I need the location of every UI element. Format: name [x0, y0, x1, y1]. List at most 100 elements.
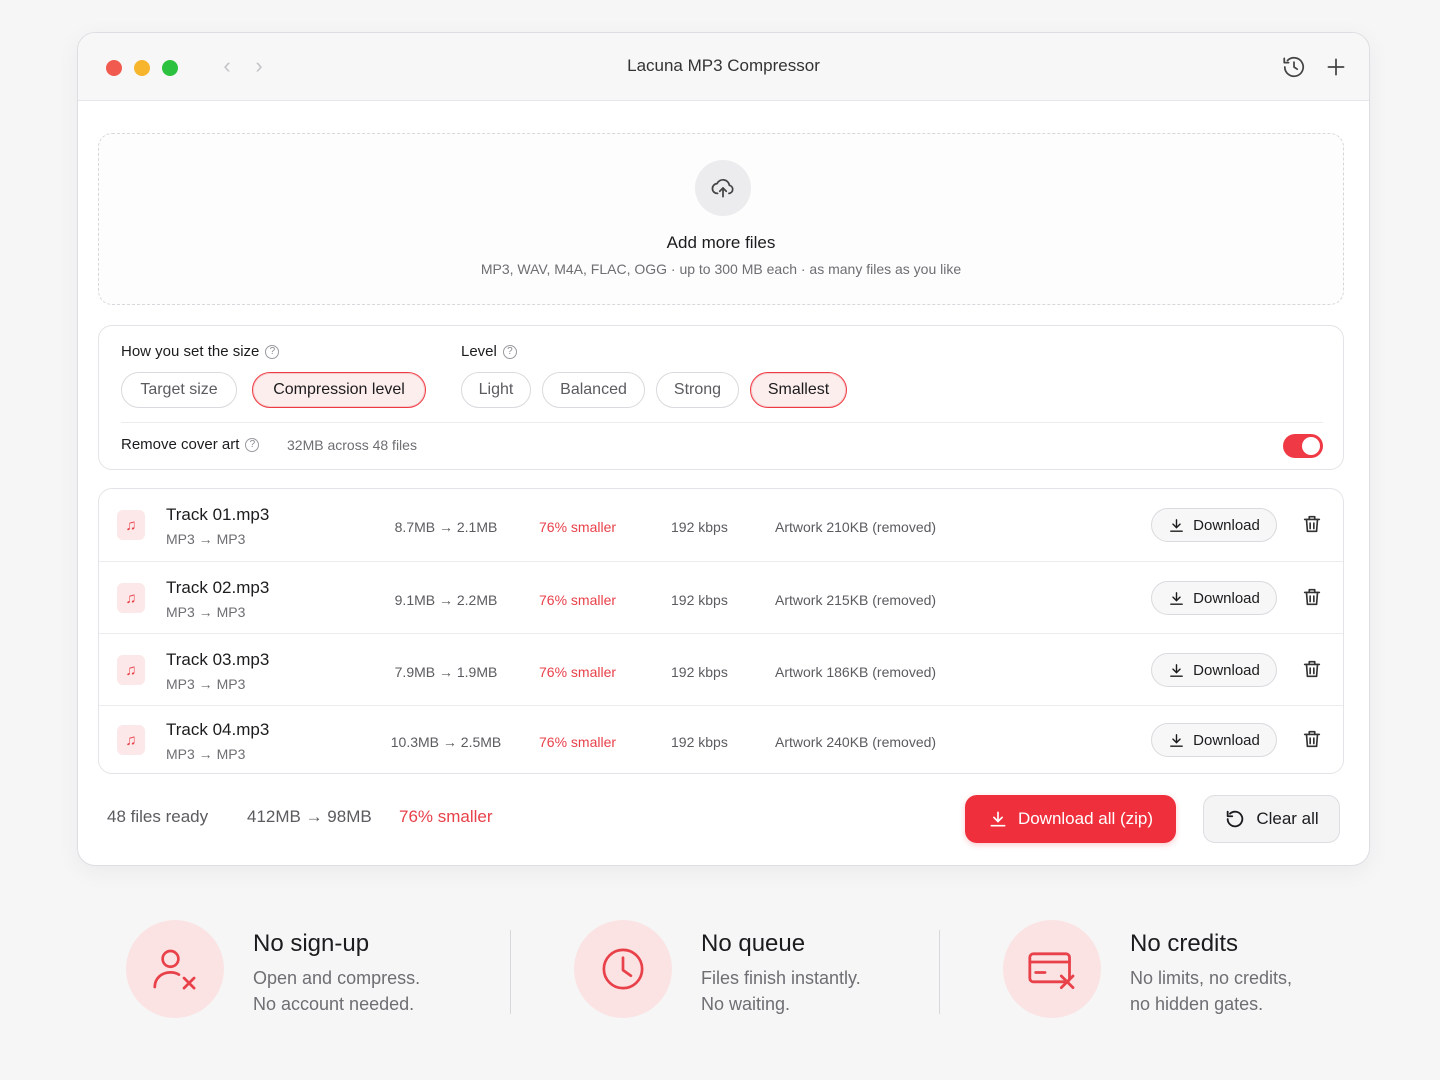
file-row: ♫ Track 03.mp3 MP3 → MP3 7.9MB → 1.9MB 7…: [99, 634, 1343, 706]
level-balanced[interactable]: Balanced: [542, 372, 645, 408]
dropzone-subtitle: MP3, WAV, M4A, FLAC, OGG · up to 300 MB …: [480, 261, 962, 277]
file-bitrate: 192 kbps: [671, 734, 728, 750]
music-file-icon: ♫: [117, 510, 145, 540]
file-artwork: Artwork 186KB (removed): [775, 664, 937, 680]
file-sizes: 9.1MB → 2.2MB: [394, 592, 498, 608]
level-label-text: Level: [461, 343, 497, 360]
trash-icon[interactable]: [1301, 513, 1325, 537]
file-reduction: 76% smaller: [539, 592, 617, 608]
music-file-icon: ♫: [117, 655, 145, 685]
summary-reduction: 76% smaller: [399, 807, 493, 826]
file-conversion: MP3 → MP3: [166, 746, 246, 762]
cover-art-label: Remove cover art ?: [121, 436, 260, 453]
download-icon: [1170, 518, 1184, 532]
help-icon[interactable]: ?: [265, 344, 280, 359]
music-file-icon: ♫: [117, 725, 145, 755]
feature-line: Files finish instantly.: [701, 968, 861, 988]
feature-no-queue: No queue Files finish instantly. No wait…: [574, 920, 914, 1020]
file-row: ♫ Track 04.mp3 MP3 → MP3 10.3MB → 2.5MB …: [99, 706, 1343, 773]
card-x-icon: [1003, 920, 1101, 1018]
file-reduction: 76% smaller: [539, 664, 617, 680]
download-button-label: Download: [1193, 731, 1260, 749]
feature-title: No credits: [1130, 930, 1239, 957]
file-sizes: 10.3MB → 2.5MB: [390, 734, 502, 750]
feature-no-credits: No credits No limits, no credits, no hid…: [1003, 920, 1363, 1020]
cloud-upload-icon[interactable]: [695, 160, 751, 216]
download-icon: [1170, 663, 1184, 677]
trash-icon[interactable]: [1301, 586, 1325, 610]
file-artwork: Artwork 210KB (removed): [775, 519, 937, 535]
user-x-icon: [126, 920, 224, 1018]
app-window: ‹ › Lacuna MP3 Compressor Add more files…: [77, 32, 1370, 866]
compression-settings: How you set the size ? Target size Compr…: [98, 325, 1344, 470]
download-button-label: Download: [1193, 589, 1260, 607]
file-bitrate: 192 kbps: [671, 592, 728, 608]
size-mode-label: How you set the size ?: [121, 343, 280, 360]
feature-description: Files finish instantly. No waiting.: [701, 965, 861, 1017]
history-icon[interactable]: [1281, 54, 1307, 80]
music-file-icon: ♫: [117, 583, 145, 613]
feature-line: No limits, no credits,: [1130, 968, 1293, 988]
file-bitrate: 192 kbps: [671, 664, 728, 680]
level-smallest[interactable]: Smallest: [750, 372, 847, 408]
feature-description: Open and compress. No account needed.: [253, 965, 420, 1017]
file-name: Track 01.mp3: [166, 505, 270, 524]
level-label: Level ?: [461, 343, 517, 360]
cover-art-meta: 32MB across 48 files: [287, 437, 417, 453]
remove-cover-art-toggle[interactable]: [1283, 434, 1323, 458]
feature-divider: [939, 930, 940, 1014]
size-mode-label-text: How you set the size: [121, 343, 260, 360]
file-sizes: 8.7MB → 2.1MB: [394, 519, 498, 535]
toggle-knob: [1302, 437, 1320, 455]
feature-description: No limits, no credits, no hidden gates.: [1130, 965, 1292, 1017]
help-icon[interactable]: ?: [502, 344, 517, 359]
clear-all-label: Clear all: [1256, 809, 1319, 828]
file-dropzone[interactable]: Add more files MP3, WAV, M4A, FLAC, OGG …: [98, 133, 1344, 305]
download-all-label: Download all (zip): [1017, 809, 1154, 828]
window-title: Lacuna MP3 Compressor: [627, 56, 820, 75]
file-artwork: Artwork 240KB (removed): [775, 734, 937, 750]
level-light[interactable]: Light: [461, 372, 531, 408]
download-button[interactable]: Download: [1151, 653, 1277, 687]
reset-icon: [1227, 810, 1244, 828]
feature-title: No queue: [701, 930, 806, 957]
file-name: Track 03.mp3: [166, 650, 270, 669]
feature-line: no hidden gates.: [1130, 994, 1264, 1014]
size-mode-target-size[interactable]: Target size: [121, 372, 237, 408]
feature-no-signup: No sign-up Open and compress. No account…: [126, 920, 486, 1020]
summary-sizes: 412MB → 98MB: [247, 807, 372, 826]
dropzone-title: Add more files: [666, 233, 776, 252]
level-strong[interactable]: Strong: [656, 372, 739, 408]
size-mode-compression-level[interactable]: Compression level: [252, 372, 426, 408]
file-name: Track 02.mp3: [166, 578, 270, 597]
feature-title: No sign-up: [253, 930, 370, 957]
file-list: ♫ Track 01.mp3 MP3 → MP3 8.7MB → 2.1MB 7…: [98, 488, 1344, 774]
file-reduction: 76% smaller: [539, 519, 617, 535]
file-row: ♫ Track 01.mp3 MP3 → MP3 8.7MB → 2.1MB 7…: [99, 489, 1343, 562]
file-conversion: MP3 → MP3: [166, 676, 246, 692]
download-button-label: Download: [1193, 516, 1260, 534]
download-icon: [1170, 733, 1184, 747]
download-button[interactable]: Download: [1151, 581, 1277, 615]
download-all-button[interactable]: Download all (zip): [965, 795, 1176, 843]
download-button-label: Download: [1193, 661, 1260, 679]
feature-line: Open and compress.: [253, 968, 421, 988]
plus-icon[interactable]: [1323, 54, 1349, 80]
feature-line: No account needed.: [253, 994, 415, 1014]
file-row: ♫ Track 02.mp3 MP3 → MP3 9.1MB → 2.2MB 7…: [99, 562, 1343, 634]
clock-icon: [574, 920, 672, 1018]
trash-icon[interactable]: [1301, 728, 1325, 752]
cover-art-label-text: Remove cover art: [121, 436, 240, 453]
clear-all-button[interactable]: Clear all: [1203, 795, 1340, 843]
summary-file-count: 48 files ready: [107, 807, 209, 826]
file-conversion: MP3 → MP3: [166, 604, 246, 620]
file-artwork: Artwork 215KB (removed): [775, 592, 937, 608]
settings-divider: [121, 422, 1323, 423]
download-icon: [1170, 591, 1184, 605]
download-icon: [990, 811, 1006, 827]
download-button[interactable]: Download: [1151, 723, 1277, 757]
download-button[interactable]: Download: [1151, 508, 1277, 542]
help-icon[interactable]: ?: [245, 437, 260, 452]
feature-divider: [510, 930, 511, 1014]
trash-icon[interactable]: [1301, 658, 1325, 682]
